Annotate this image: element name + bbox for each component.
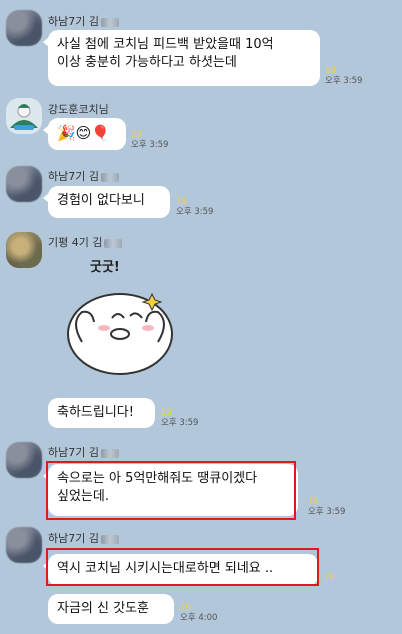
sender-name: 기평 4기 김 (48, 234, 123, 250)
message-text: 자금의 신 갓도훈 (57, 601, 149, 616)
message-time: 오후 3:59 (176, 207, 214, 217)
coach-profile-icon (6, 98, 42, 134)
message-meta: 19 오후 3:59 (308, 497, 345, 517)
message-text: 경험이 없다보니 (57, 193, 145, 208)
unread-count: 19 (180, 603, 191, 613)
message-bubble[interactable]: 역시 코치님 시키시는대로하면 되네요 .. (43, 554, 318, 586)
message-meta: 19 오후 4:00 (180, 603, 217, 623)
sticker-caption: 굿굿! (90, 260, 120, 275)
message-bubble[interactable]: 속으로는 아 5억만해줘도 땡큐이겠다 싶었는데. (43, 464, 298, 516)
blurred-name-mark (104, 238, 123, 248)
sender-name: 하남7기 김 (48, 444, 119, 460)
coach-avatar[interactable] (6, 98, 42, 134)
sender-avatar[interactable] (6, 166, 42, 202)
unread-count: 19 (308, 497, 319, 507)
message-text-line: 싶었는데. (57, 489, 109, 504)
message-text: 역시 코치님 시키시는대로하면 되네요 .. (57, 561, 274, 576)
sender-name: 강도훈코치님 (48, 103, 109, 116)
sender-avatar[interactable] (6, 527, 42, 563)
blurred-name-mark (100, 448, 119, 458)
message-meta: 19 오후 3:59 (176, 197, 213, 217)
blurred-name-mark (100, 172, 119, 182)
message-text-line: 사실 첨에 코치님 피드백 받았을때 10억 (57, 37, 274, 52)
message-text-line: 이상 충분히 가능하다고 하셧는데 (57, 55, 237, 70)
message-bubble[interactable]: 축하드립니다! (48, 398, 155, 428)
message-meta: 19 (324, 573, 335, 583)
sender-name: 하남7기 김 (48, 168, 119, 184)
message-meta: 19 오후 3:59 (131, 130, 168, 150)
sticker-image[interactable]: 굿굿! (52, 252, 182, 377)
sender-name: 하남7기 김 (48, 530, 119, 546)
blurred-name-mark (100, 534, 119, 544)
message-meta: 19 오후 3:59 (325, 66, 362, 86)
message-text: 축하드립니다! (57, 405, 134, 420)
message-bubble[interactable]: 자금의 신 갓도훈 (48, 594, 174, 624)
unread-count: 19 (176, 197, 187, 207)
message-time: 오후 4:00 (180, 613, 218, 623)
message-time: 오후 3:59 (308, 507, 346, 517)
emoji-text: 🎉😊🎈 (57, 124, 110, 142)
unread-count: 19 (325, 66, 336, 76)
unread-count: 19 (324, 573, 335, 583)
message-time: 오후 3:59 (161, 418, 199, 428)
sender-avatar[interactable] (6, 442, 42, 478)
sender-avatar[interactable] (6, 232, 42, 268)
message-time: 오후 3:59 (131, 140, 169, 150)
sender-avatar[interactable] (6, 10, 42, 46)
message-bubble[interactable]: 🎉😊🎈 (43, 118, 126, 150)
message-time: 오후 3:59 (325, 76, 363, 86)
message-bubble[interactable]: 사실 첨에 코치님 피드백 받았을때 10억 이상 충분히 가능하다고 하셧는데 (43, 30, 320, 86)
sender-name: 하남7기 김 (48, 13, 119, 29)
message-meta: 19 오후 3:59 (161, 408, 198, 428)
message-bubble[interactable]: 경험이 없다보니 (43, 186, 170, 218)
unread-count: 19 (161, 408, 172, 418)
unread-count: 19 (131, 130, 142, 140)
blurred-name-mark (100, 17, 119, 27)
message-text-line: 속으로는 아 5억만해줘도 땡큐이겠다 (57, 471, 258, 486)
